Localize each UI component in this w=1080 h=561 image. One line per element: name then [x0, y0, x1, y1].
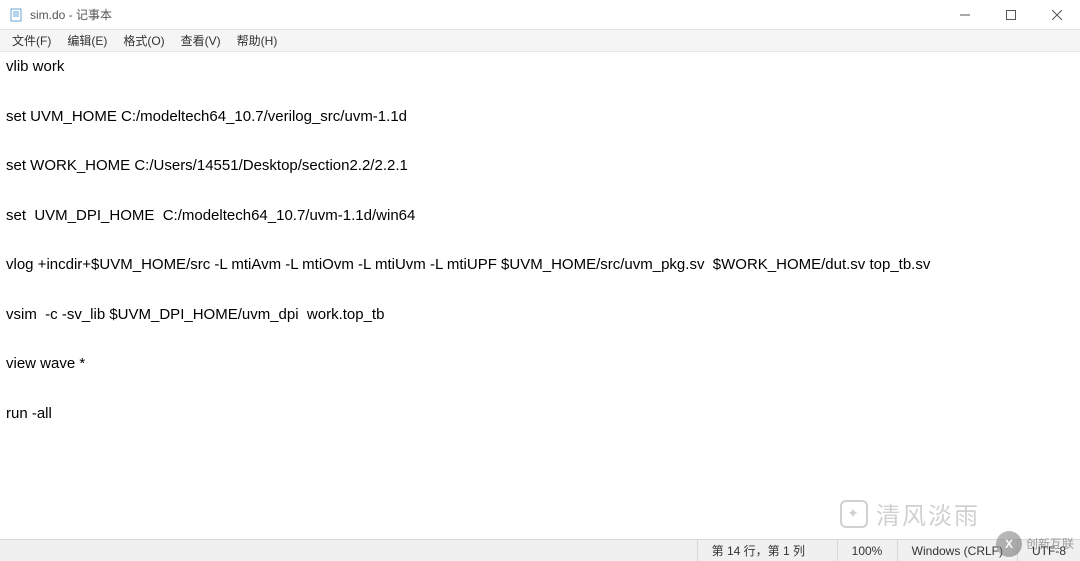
- menu-help[interactable]: 帮助(H): [229, 30, 286, 51]
- menu-format[interactable]: 格式(O): [115, 30, 172, 51]
- status-position: 第 14 行，第 1 列: [697, 540, 837, 561]
- status-eol: Windows (CRLF): [897, 540, 1017, 561]
- maximize-button[interactable]: [988, 0, 1034, 30]
- notepad-icon: [8, 7, 24, 23]
- title-bar: sim.do - 记事本: [0, 0, 1080, 30]
- minimize-button[interactable]: [942, 0, 988, 30]
- status-zoom: 100%: [837, 540, 897, 561]
- menu-bar: 文件(F) 编辑(E) 格式(O) 查看(V) 帮助(H): [0, 30, 1080, 52]
- menu-edit[interactable]: 编辑(E): [59, 30, 115, 51]
- close-button[interactable]: [1034, 0, 1080, 30]
- status-encoding: UTF-8: [1017, 540, 1080, 561]
- status-bar: 第 14 行，第 1 列 100% Windows (CRLF) UTF-8: [0, 539, 1080, 561]
- window-title: sim.do - 记事本: [30, 6, 112, 23]
- menu-view[interactable]: 查看(V): [173, 30, 229, 51]
- editor-textarea[interactable]: [0, 52, 1080, 539]
- window-controls: [942, 0, 1080, 30]
- menu-file[interactable]: 文件(F): [4, 30, 59, 51]
